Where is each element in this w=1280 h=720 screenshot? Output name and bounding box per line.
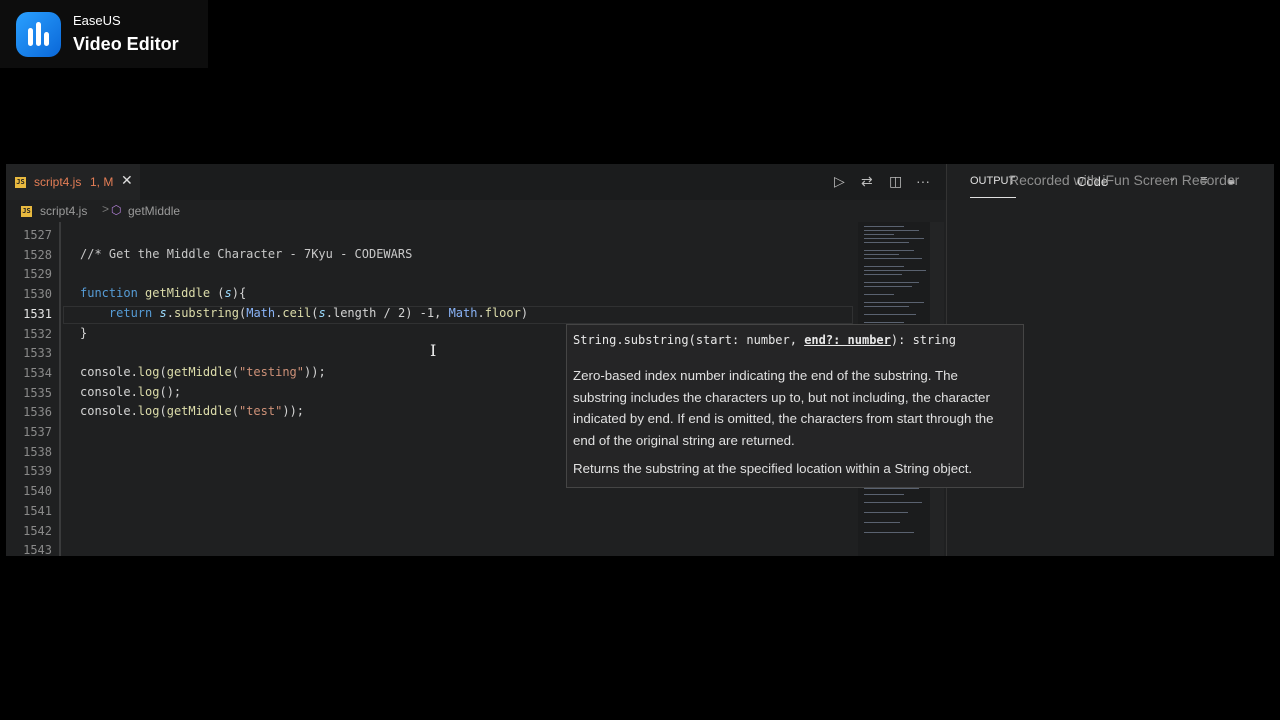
- line-number: 1538: [23, 444, 52, 459]
- breadcrumb: JS script4.js > ⬡ getMiddle: [6, 200, 946, 222]
- recorder-badge: EaseUS Video Editor: [0, 0, 208, 68]
- code-line[interactable]: return s.substring(Math.ceil(s.length / …: [80, 306, 528, 320]
- text-cursor-icon: I: [430, 341, 437, 360]
- code-line[interactable]: console.log(getMiddle("test"));: [80, 404, 304, 418]
- close-icon[interactable]: ✕: [121, 172, 133, 189]
- indent-guide: [59, 222, 61, 556]
- code-line[interactable]: }: [80, 326, 87, 340]
- param-description: Zero-based index number indicating the e…: [573, 368, 994, 448]
- return-description: Returns the substring at the specified l…: [573, 461, 973, 476]
- line-number: 1531: [23, 306, 52, 321]
- tab-script4[interactable]: JS script4.js 1, M ✕: [6, 164, 140, 200]
- tab-bar: JS script4.js 1, M ✕ ▷ ⇄ ◫ ···: [6, 164, 946, 200]
- line-number: 1541: [23, 503, 52, 518]
- run-icon[interactable]: ▷: [834, 173, 845, 190]
- line-number: 1536: [23, 405, 52, 420]
- more-icon[interactable]: ···: [916, 173, 930, 189]
- code-line[interactable]: console.log(getMiddle("testing"));: [80, 365, 326, 379]
- line-number: 1528: [23, 247, 52, 262]
- code-line[interactable]: console.log();: [80, 385, 181, 399]
- line-number: 1534: [23, 365, 52, 380]
- line-number: 1533: [23, 346, 52, 361]
- breadcrumb-symbol[interactable]: getMiddle: [128, 204, 180, 218]
- js-file-icon: JS: [21, 206, 32, 217]
- line-number: 1530: [23, 287, 52, 302]
- breadcrumb-file[interactable]: script4.js: [40, 204, 87, 218]
- open-changes-icon[interactable]: ⇄: [861, 173, 873, 190]
- method-symbol-icon: ⬡: [111, 203, 122, 217]
- line-number: 1537: [23, 425, 52, 439]
- signature-help-popup: String.substring(start: number, end?: nu…: [566, 324, 1024, 488]
- line-number: 1527: [23, 228, 52, 242]
- line-number: 1543: [23, 543, 52, 556]
- line-number: 1540: [23, 484, 52, 499]
- line-number: 1535: [23, 385, 52, 400]
- app-logo-icon: [16, 12, 61, 57]
- signature: String.substring(start: number, end?: nu…: [573, 333, 956, 347]
- js-file-icon: JS: [15, 177, 26, 188]
- line-number: 1532: [23, 326, 52, 341]
- line-number: 1542: [23, 523, 52, 538]
- line-number: 1529: [23, 267, 52, 282]
- line-number: 1539: [23, 464, 52, 479]
- split-editor-icon[interactable]: ◫: [889, 173, 902, 190]
- tab-title: script4.js: [34, 175, 82, 189]
- recorder-watermark: Recorded with iFun Screen Recorder: [1009, 172, 1240, 188]
- active-tab-underline: [970, 197, 1016, 198]
- code-line[interactable]: //* Get the Middle Character - 7Kyu - CO…: [80, 247, 412, 261]
- brand-top: EaseUS: [73, 13, 121, 28]
- breadcrumb-separator: >: [102, 202, 110, 216]
- code-line[interactable]: function getMiddle (s){: [80, 286, 246, 300]
- brand-bottom: Video Editor: [73, 34, 179, 54]
- tab-status: 1, M: [90, 175, 114, 189]
